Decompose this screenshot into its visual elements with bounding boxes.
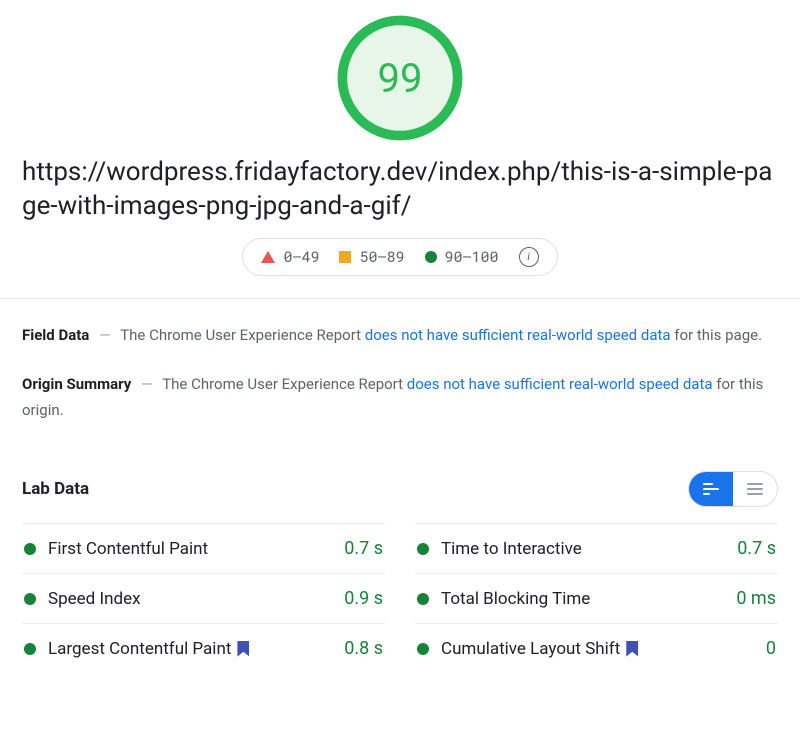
- info-icon[interactable]: i: [519, 247, 539, 267]
- triangle-icon: [261, 251, 275, 263]
- metric-name: Total Blocking Time: [441, 589, 590, 609]
- score-legend: 0–49 50–89 90–100 i: [242, 238, 557, 276]
- bookmark-icon: [626, 641, 638, 657]
- status-dot-icon: [417, 593, 429, 605]
- metric-value: 0.8 s: [344, 638, 383, 659]
- metric-name: Time to Interactive: [441, 539, 582, 559]
- metric-value: 0: [766, 638, 776, 659]
- page-url: https://wordpress.fridayfactory.dev/inde…: [0, 150, 800, 228]
- field-data-text-pre: The Chrome User Experience Report: [120, 326, 365, 344]
- origin-summary-link[interactable]: does not have sufficient real-world spee…: [407, 375, 713, 393]
- view-toggle-compact[interactable]: [733, 472, 777, 506]
- status-dot-icon: [417, 543, 429, 555]
- bars-icon: [747, 483, 763, 495]
- metric-lcp[interactable]: Largest Contentful Paint 0.8 s: [22, 623, 385, 673]
- origin-summary-label: Origin Summary: [22, 375, 131, 393]
- metric-fcp[interactable]: First Contentful Paint 0.7 s: [22, 523, 385, 573]
- metric-cls[interactable]: Cumulative Layout Shift 0: [415, 623, 778, 673]
- metric-name: Largest Contentful Paint: [48, 639, 231, 659]
- metric-tbt[interactable]: Total Blocking Time 0 ms: [415, 573, 778, 623]
- metric-value: 0.7 s: [344, 538, 383, 559]
- metric-name: First Contentful Paint: [48, 539, 208, 559]
- legend-poor: 0–49: [261, 247, 319, 267]
- metric-si[interactable]: Speed Index 0.9 s: [22, 573, 385, 623]
- view-toggle-expanded[interactable]: [689, 472, 733, 506]
- status-dot-icon: [417, 643, 429, 655]
- status-dot-icon: [24, 643, 36, 655]
- view-toggle[interactable]: [688, 471, 778, 507]
- legend-mid-range: 50–89: [359, 247, 404, 267]
- circle-icon: [425, 251, 437, 263]
- field-data-link[interactable]: does not have sufficient real-world spee…: [365, 326, 671, 344]
- legend-mid: 50–89: [339, 247, 404, 267]
- origin-summary-text-pre: The Chrome User Experience Report: [162, 375, 407, 393]
- square-icon: [339, 251, 351, 263]
- status-dot-icon: [24, 593, 36, 605]
- legend-poor-range: 0–49: [283, 247, 319, 267]
- bars-icon: [703, 483, 719, 495]
- field-data-section: Field Data — The Chrome User Experience …: [0, 299, 800, 355]
- performance-score-value: 99: [336, 14, 464, 142]
- status-dot-icon: [24, 543, 36, 555]
- metric-value: 0.7 s: [737, 538, 776, 559]
- metric-name: Cumulative Layout Shift: [441, 639, 620, 659]
- metric-value: 0.9 s: [344, 588, 383, 609]
- bookmark-icon: [237, 641, 249, 657]
- lab-data-metrics: First Contentful Paint 0.7 s Time to Int…: [0, 523, 800, 673]
- legend-good-range: 90–100: [445, 247, 499, 267]
- lab-data-heading: Lab Data: [22, 479, 89, 499]
- metric-tti[interactable]: Time to Interactive 0.7 s: [415, 523, 778, 573]
- metric-value: 0 ms: [736, 588, 776, 609]
- legend-good: 90–100: [425, 247, 499, 267]
- field-data-label: Field Data: [22, 326, 89, 344]
- metric-name: Speed Index: [48, 589, 141, 609]
- origin-summary-section: Origin Summary — The Chrome User Experie…: [0, 354, 800, 435]
- performance-score-gauge: 99: [336, 14, 464, 142]
- field-data-text-post: for this page.: [671, 326, 763, 344]
